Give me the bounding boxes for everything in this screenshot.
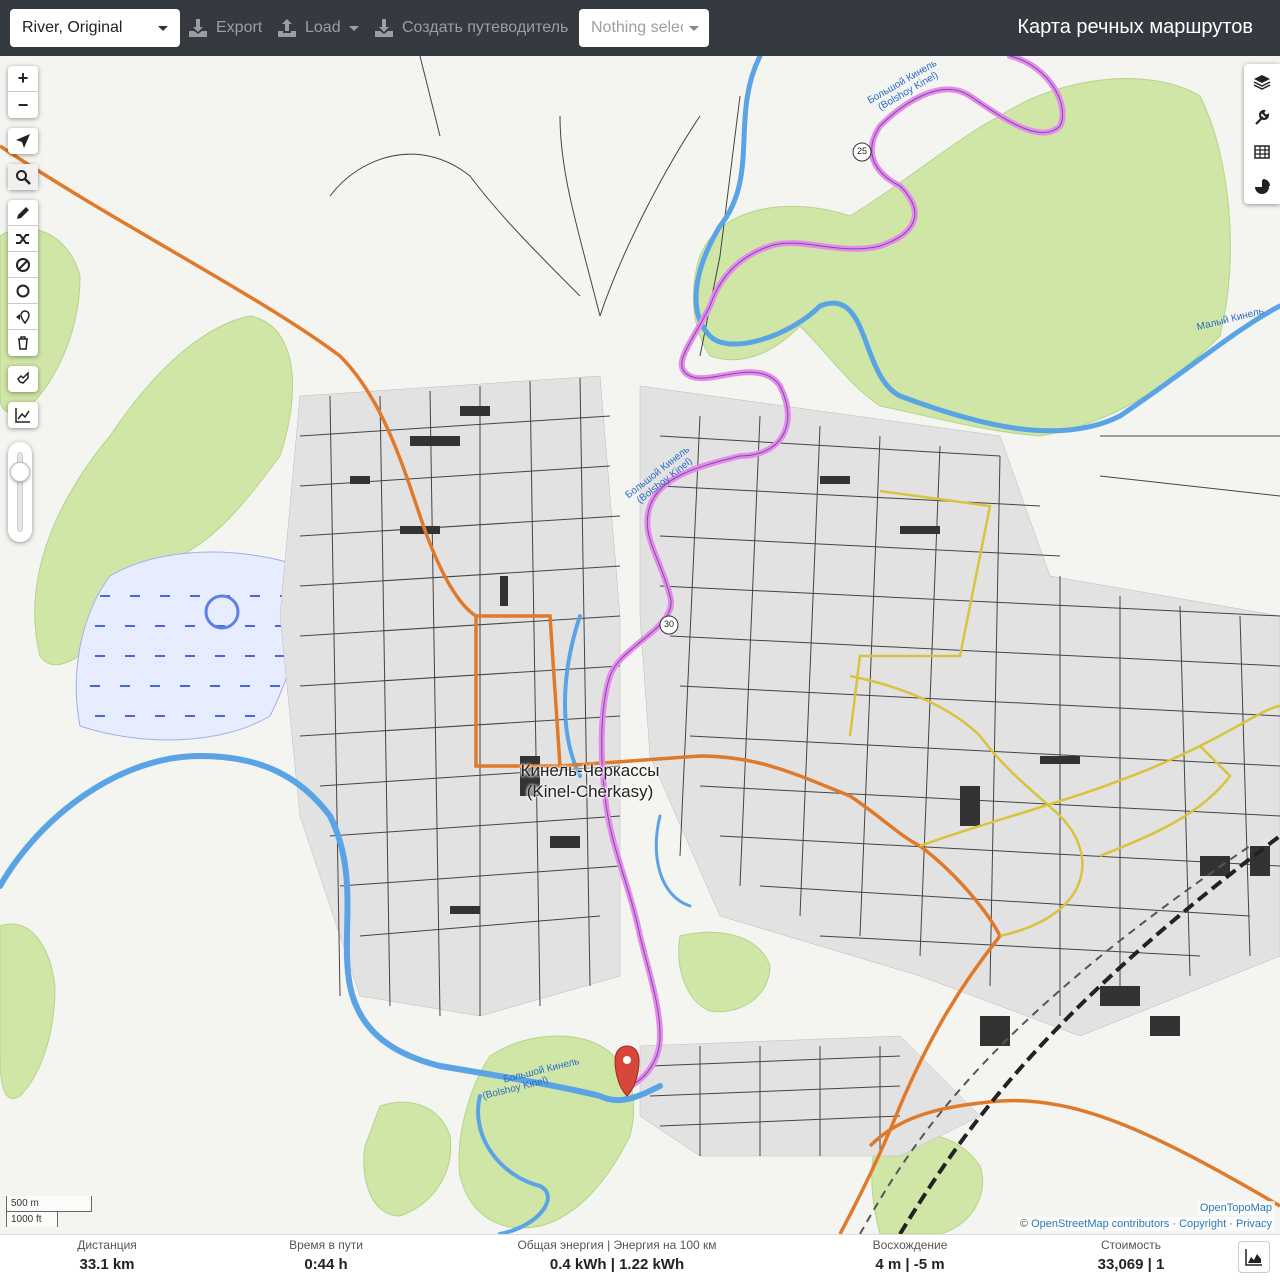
tile-attribution[interactable]: OpenTopoMap: [1196, 1201, 1275, 1215]
elevation-control: [8, 402, 38, 428]
city-name: Кинель-Черкассы: [520, 761, 660, 780]
stat-cost-label: Стоимость: [1100, 1238, 1162, 1252]
elevation-icon: [15, 408, 30, 423]
stat-cost-value: 33,069 | 1: [1097, 1256, 1165, 1273]
export-button[interactable]: Export: [188, 9, 262, 47]
delete-last-point-icon: [16, 309, 30, 324]
no-go-area-icon: [16, 257, 30, 272]
road-shield-label-25: 25: [856, 146, 867, 156]
search-icon: [16, 170, 31, 185]
layers-icon: [1253, 74, 1271, 90]
reservoir-area: [75, 551, 304, 741]
scale-metric: 500 m: [6, 1196, 92, 1212]
zoom-control: + −: [8, 66, 38, 118]
top-navbar: River, Original Export Load Создать путе…: [0, 0, 1280, 56]
layers-button[interactable]: [1244, 64, 1280, 99]
locate-control: [8, 128, 38, 154]
scale-imperial: 1000 ft: [6, 1211, 58, 1227]
copyright-link[interactable]: Copyright: [1179, 1218, 1226, 1230]
stat-distance-label: Дистанция: [77, 1238, 137, 1252]
stat-ascent-value: 4 m | -5 m: [875, 1256, 945, 1273]
stretch-icon: [17, 371, 29, 384]
map-attribution: © OpenStreetMap contributors · Copyright…: [1016, 1217, 1275, 1231]
privacy-link[interactable]: Privacy: [1236, 1218, 1272, 1230]
search-button[interactable]: [8, 164, 38, 190]
load-label: Load: [305, 19, 341, 36]
table-icon: [1254, 144, 1270, 159]
draw-icon: [17, 206, 29, 219]
area-chart-icon: [1245, 1249, 1262, 1266]
load-button[interactable]: Load: [277, 9, 359, 47]
copyright-symbol: ©: [1019, 1218, 1029, 1230]
stat-energy-label: Общая энергия | Энергия на 100 км: [517, 1238, 717, 1252]
reverse-route-button[interactable]: [8, 226, 38, 252]
delete-route-button[interactable]: [8, 330, 38, 356]
zoom-in-button[interactable]: +: [8, 66, 38, 92]
stat-distance: Дистанция 33.1 km: [77, 1238, 137, 1273]
chevron-down-icon: [158, 25, 168, 31]
elevation-button[interactable]: [8, 402, 38, 428]
chevron-down-icon: [348, 25, 359, 31]
download-icon: [375, 19, 393, 37]
stat-ascent: Восхождение 4 m | -5 m: [873, 1238, 948, 1273]
stats-button[interactable]: [1244, 169, 1280, 204]
export-label: Export: [216, 19, 263, 36]
stretch-button[interactable]: [8, 366, 38, 392]
map-canvas[interactable]: 25 30 Большой Кинель (Bolshoy Kinel) Бол…: [0, 56, 1280, 1234]
stat-time-label: Время в пути: [289, 1238, 363, 1252]
create-guide-button[interactable]: Создать путеводитель: [374, 9, 568, 47]
stat-ascent-label: Восхождение: [872, 1238, 948, 1252]
zoom-out-button[interactable]: −: [8, 92, 38, 118]
circle-icon: [16, 284, 30, 297]
separator: ·: [1229, 1218, 1233, 1230]
scale-bar: 500 m 1000 ft: [6, 1196, 92, 1227]
settings-button[interactable]: [1244, 99, 1280, 134]
right-toolbar: [1244, 64, 1280, 204]
create-guide-label: Создать путеводитель: [402, 19, 569, 36]
search-control: [8, 164, 38, 190]
settings-icon: [1255, 109, 1270, 125]
stats-icon: [1255, 178, 1270, 194]
separator: ·: [1172, 1218, 1176, 1230]
profile-select-value: River, Original: [22, 19, 123, 36]
stat-time-value: 0:44 h: [304, 1256, 348, 1273]
slider-handle[interactable]: [10, 462, 30, 482]
delete-last-point-button[interactable]: [8, 304, 38, 330]
locate-button[interactable]: [8, 128, 38, 154]
profile-select[interactable]: River, Original: [10, 9, 180, 47]
upload-icon: [278, 19, 296, 37]
chevron-down-icon: [689, 25, 699, 31]
table-button[interactable]: [1244, 134, 1280, 169]
stat-energy-value: 0.4 kWh | 1.22 kWh: [549, 1256, 685, 1273]
route-selection-placeholder: Nothing selected: [591, 19, 683, 36]
draw-route-button[interactable]: [8, 200, 38, 226]
stat-energy: Общая энергия | Энергия на 100 км 0.4 kW…: [517, 1238, 716, 1273]
draw-toolbar: [8, 200, 38, 356]
stat-travel-time: Время в пути 0:44 h: [289, 1238, 363, 1273]
locate-icon: [16, 134, 30, 148]
elevation-chart-toggle-button[interactable]: [1238, 1241, 1270, 1273]
delete-route-icon: [18, 336, 28, 350]
route-selection-dropdown[interactable]: Nothing selected: [579, 9, 709, 47]
no-go-area-button[interactable]: [8, 252, 38, 278]
road-shield-label-30: 30: [663, 619, 674, 629]
opacity-slider[interactable]: [8, 442, 32, 542]
urban-area: [279, 375, 1280, 1157]
route-stats-bar: Дистанция 33.1 km Время в пути 0:44 h Об…: [0, 1234, 1280, 1280]
stat-cost: Стоимость 33,069 | 1: [1098, 1238, 1165, 1273]
stat-distance-value: 33.1 km: [79, 1256, 135, 1273]
city-name-latin: (Kinel-Cherkasy): [526, 782, 654, 801]
city-label: Кинель-Черкассы (Kinel-Cherkasy): [500, 760, 680, 802]
osm-link[interactable]: OpenStreetMap contributors: [1031, 1218, 1169, 1230]
stretch-control: [8, 366, 38, 392]
topo-map-tiles: [0, 56, 1280, 1234]
app-title: Карта речных маршрутов: [1017, 16, 1253, 38]
circle-button[interactable]: [8, 278, 38, 304]
reverse-route-icon: [16, 233, 29, 244]
download-icon: [189, 19, 207, 37]
